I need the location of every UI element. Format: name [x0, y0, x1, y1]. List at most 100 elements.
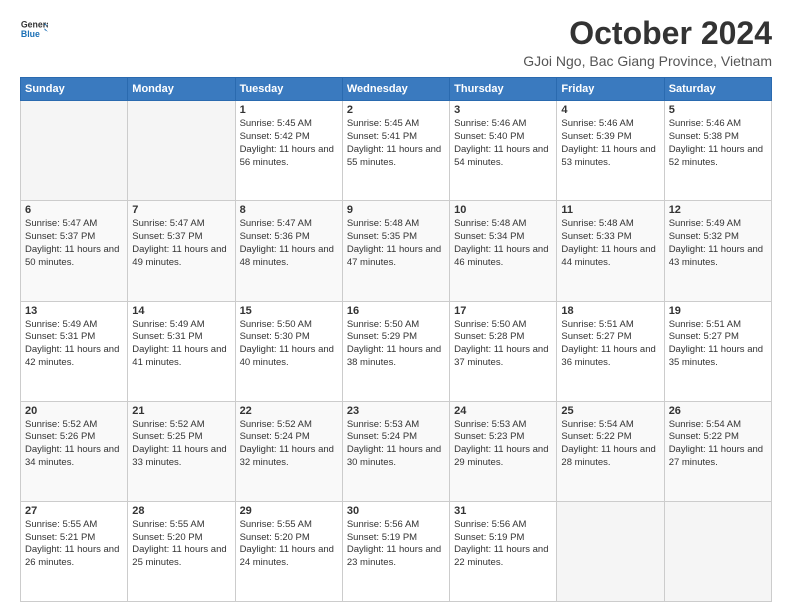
cell-info-line: Daylight: 11 hours and 55 minutes. — [347, 144, 445, 170]
calendar-cell: 29Sunrise: 5:55 AMSunset: 5:20 PMDayligh… — [235, 501, 342, 601]
cell-info-line: Daylight: 11 hours and 48 minutes. — [240, 244, 338, 270]
day-number: 29 — [240, 505, 338, 517]
cell-info-line: Sunset: 5:19 PM — [454, 532, 552, 545]
cell-info-line: Sunset: 5:22 PM — [669, 431, 767, 444]
calendar-cell: 15Sunrise: 5:50 AMSunset: 5:30 PMDayligh… — [235, 301, 342, 401]
day-number: 25 — [561, 405, 659, 417]
day-number: 15 — [240, 305, 338, 317]
cell-info-line: Sunset: 5:30 PM — [240, 331, 338, 344]
cell-info-line: Daylight: 11 hours and 35 minutes. — [669, 344, 767, 370]
cell-info-line: Daylight: 11 hours and 42 minutes. — [25, 344, 123, 370]
cell-info-line: Sunrise: 5:56 AM — [454, 519, 552, 532]
cell-info-line: Sunset: 5:32 PM — [669, 231, 767, 244]
cell-info-line: Daylight: 11 hours and 27 minutes. — [669, 444, 767, 470]
cell-info-line: Daylight: 11 hours and 26 minutes. — [25, 544, 123, 570]
cell-info-line: Daylight: 11 hours and 53 minutes. — [561, 144, 659, 170]
calendar-cell: 14Sunrise: 5:49 AMSunset: 5:31 PMDayligh… — [128, 301, 235, 401]
cell-info-line: Daylight: 11 hours and 38 minutes. — [347, 344, 445, 370]
cell-info-line: Daylight: 11 hours and 41 minutes. — [132, 344, 230, 370]
cell-info-line: Sunrise: 5:56 AM — [347, 519, 445, 532]
day-of-week-header: Tuesday — [235, 78, 342, 101]
cell-info-line: Sunrise: 5:47 AM — [240, 218, 338, 231]
cell-info-line: Sunrise: 5:55 AM — [240, 519, 338, 532]
cell-info-line: Sunrise: 5:55 AM — [132, 519, 230, 532]
cell-info-line: Sunrise: 5:50 AM — [347, 319, 445, 332]
day-number: 24 — [454, 405, 552, 417]
cell-info-line: Daylight: 11 hours and 44 minutes. — [561, 244, 659, 270]
cell-info-line: Sunset: 5:38 PM — [669, 131, 767, 144]
cell-info-line: Sunrise: 5:49 AM — [25, 319, 123, 332]
cell-info-line: Sunset: 5:24 PM — [347, 431, 445, 444]
cell-info-line: Sunset: 5:27 PM — [669, 331, 767, 344]
calendar-cell: 25Sunrise: 5:54 AMSunset: 5:22 PMDayligh… — [557, 401, 664, 501]
svg-text:Blue: Blue — [21, 29, 40, 39]
day-of-week-header: Friday — [557, 78, 664, 101]
day-number: 27 — [25, 505, 123, 517]
calendar-cell: 21Sunrise: 5:52 AMSunset: 5:25 PMDayligh… — [128, 401, 235, 501]
svg-text:General: General — [21, 19, 48, 29]
calendar-cell: 12Sunrise: 5:49 AMSunset: 5:32 PMDayligh… — [664, 201, 771, 301]
day-number: 6 — [25, 204, 123, 216]
logo: General Blue — [20, 16, 48, 44]
cell-info-line: Daylight: 11 hours and 34 minutes. — [25, 444, 123, 470]
cell-info-line: Daylight: 11 hours and 22 minutes. — [454, 544, 552, 570]
cell-info-line: Sunset: 5:40 PM — [454, 131, 552, 144]
cell-info-line: Sunset: 5:42 PM — [240, 131, 338, 144]
day-number: 12 — [669, 204, 767, 216]
calendar-cell: 9Sunrise: 5:48 AMSunset: 5:35 PMDaylight… — [342, 201, 449, 301]
cell-info-line: Sunrise: 5:49 AM — [669, 218, 767, 231]
day-number: 20 — [25, 405, 123, 417]
calendar-cell: 10Sunrise: 5:48 AMSunset: 5:34 PMDayligh… — [450, 201, 557, 301]
cell-info-line: Sunrise: 5:53 AM — [347, 419, 445, 432]
day-number: 9 — [347, 204, 445, 216]
day-number: 2 — [347, 104, 445, 116]
header: General Blue October 2024 GJoi Ngo, Bac … — [20, 16, 772, 69]
day-number: 4 — [561, 104, 659, 116]
day-number: 18 — [561, 305, 659, 317]
cell-info-line: Sunset: 5:19 PM — [347, 532, 445, 545]
cell-info-line: Sunset: 5:41 PM — [347, 131, 445, 144]
day-of-week-header: Wednesday — [342, 78, 449, 101]
calendar-cell: 20Sunrise: 5:52 AMSunset: 5:26 PMDayligh… — [21, 401, 128, 501]
cell-info-line: Sunset: 5:24 PM — [240, 431, 338, 444]
day-number: 30 — [347, 505, 445, 517]
calendar-week-row: 1Sunrise: 5:45 AMSunset: 5:42 PMDaylight… — [21, 101, 772, 201]
day-of-week-header: Monday — [128, 78, 235, 101]
cell-info-line: Sunset: 5:31 PM — [25, 331, 123, 344]
cell-info-line: Sunrise: 5:46 AM — [669, 118, 767, 131]
day-number: 13 — [25, 305, 123, 317]
cell-info-line: Sunrise: 5:51 AM — [669, 319, 767, 332]
calendar-cell: 5Sunrise: 5:46 AMSunset: 5:38 PMDaylight… — [664, 101, 771, 201]
cell-info-line: Sunset: 5:36 PM — [240, 231, 338, 244]
cell-info-line: Sunrise: 5:46 AM — [561, 118, 659, 131]
cell-info-line: Daylight: 11 hours and 49 minutes. — [132, 244, 230, 270]
calendar-week-row: 6Sunrise: 5:47 AMSunset: 5:37 PMDaylight… — [21, 201, 772, 301]
cell-info-line: Sunset: 5:27 PM — [561, 331, 659, 344]
day-number: 10 — [454, 204, 552, 216]
cell-info-line: Daylight: 11 hours and 33 minutes. — [132, 444, 230, 470]
cell-info-line: Sunrise: 5:54 AM — [669, 419, 767, 432]
day-number: 1 — [240, 104, 338, 116]
day-number: 11 — [561, 204, 659, 216]
calendar-cell: 17Sunrise: 5:50 AMSunset: 5:28 PMDayligh… — [450, 301, 557, 401]
cell-info-line: Sunset: 5:23 PM — [454, 431, 552, 444]
title-block: October 2024 GJoi Ngo, Bac Giang Provinc… — [523, 16, 772, 69]
cell-info-line: Sunrise: 5:48 AM — [454, 218, 552, 231]
day-number: 23 — [347, 405, 445, 417]
cell-info-line: Daylight: 11 hours and 37 minutes. — [454, 344, 552, 370]
day-number: 5 — [669, 104, 767, 116]
cell-info-line: Sunrise: 5:46 AM — [454, 118, 552, 131]
cell-info-line: Sunrise: 5:47 AM — [132, 218, 230, 231]
cell-info-line: Sunset: 5:37 PM — [132, 231, 230, 244]
cell-info-line: Sunset: 5:29 PM — [347, 331, 445, 344]
cell-info-line: Sunset: 5:20 PM — [240, 532, 338, 545]
calendar-cell: 18Sunrise: 5:51 AMSunset: 5:27 PMDayligh… — [557, 301, 664, 401]
calendar-cell: 19Sunrise: 5:51 AMSunset: 5:27 PMDayligh… — [664, 301, 771, 401]
calendar-cell: 22Sunrise: 5:52 AMSunset: 5:24 PMDayligh… — [235, 401, 342, 501]
calendar-cell: 13 Sunrise: 5:49 AMSunset: 5:31 PMDayligh… — [21, 301, 128, 401]
calendar-table: SundayMondayTuesdayWednesdayThursdayFrid… — [20, 77, 772, 602]
day-number: 26 — [669, 405, 767, 417]
cell-info-line: Sunset: 5:31 PM — [132, 331, 230, 344]
cell-info-line: Daylight: 11 hours and 47 minutes. — [347, 244, 445, 270]
day-number: 8 — [240, 204, 338, 216]
